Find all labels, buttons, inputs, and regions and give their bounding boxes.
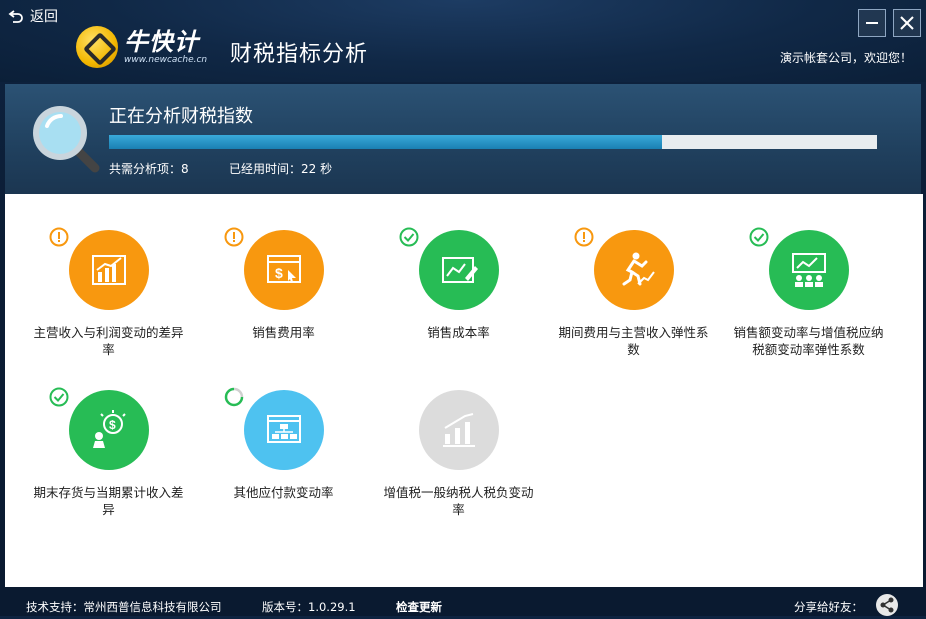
- total-items-text: 共需分析项：8: [109, 162, 189, 176]
- back-arrow-icon: [8, 10, 23, 23]
- status-warning-icon: [49, 227, 69, 247]
- scan-panel: 正在分析财税指数 共需分析项：8 已经用时间：22 秒: [5, 84, 921, 194]
- footer: 技术支持：常州西普信息科技有限公司 版本号：1.0.29.1 检查更新 分享给好…: [0, 594, 926, 616]
- analysis-grid: 主营收入与利润变动的差异率 $ 销售费用率 销售成本率 期间费用与主营收入弹性系数 销售额…: [5, 194, 923, 587]
- presentation-icon: [768, 230, 849, 310]
- org-chart-icon: [243, 390, 324, 470]
- version-text: 版本号：1.0.29.1: [262, 600, 356, 614]
- idea-dollar-icon: $: [68, 390, 149, 470]
- elapsed-time-text: 已经用时间：22 秒: [229, 162, 333, 176]
- analysis-item[interactable]: 销售成本率: [371, 227, 546, 341]
- svg-text:$: $: [109, 418, 116, 432]
- analysis-item[interactable]: 期间费用与主营收入弹性系数: [546, 227, 721, 358]
- analysis-item-label: 增值税一般纳税人税负变动率: [383, 485, 534, 517]
- logo-icon: [76, 26, 118, 68]
- analysis-item[interactable]: 其他应付款变动率: [196, 387, 371, 501]
- analysis-item-label: 期末存货与当期累计收入差异: [33, 485, 184, 517]
- chart-pencil-icon: [418, 230, 499, 310]
- logo: 牛快计 www.newcache.cn: [76, 26, 207, 68]
- analysis-item[interactable]: 增值税一般纳税人税负变动率: [371, 390, 546, 518]
- running-man-icon: [593, 230, 674, 310]
- minimize-icon: [866, 22, 878, 24]
- page-title: 财税指标分析: [230, 42, 369, 67]
- analysis-item-label: 期间费用与主营收入弹性系数: [558, 325, 709, 357]
- back-label: 返回: [30, 9, 58, 25]
- close-button[interactable]: [893, 9, 921, 37]
- back-button[interactable]: 返回: [8, 6, 58, 26]
- analysis-item-label: 其他应付款变动率: [233, 485, 334, 500]
- analysis-item[interactable]: 销售额变动率与增值税应纳税额变动率弹性系数: [721, 227, 896, 358]
- dollar-window-icon: $: [243, 230, 324, 310]
- analysis-item[interactable]: $ 销售费用率: [196, 227, 371, 341]
- support-text: 技术支持：常州西普信息科技有限公司: [26, 600, 222, 614]
- close-icon: [900, 16, 914, 30]
- analysis-item-label: 销售费用率: [252, 325, 315, 340]
- status-warning-icon: [574, 227, 594, 247]
- share-icon[interactable]: [876, 594, 898, 616]
- svg-text:$: $: [275, 265, 283, 281]
- logo-name: 牛快计: [124, 27, 199, 56]
- title-bar: 返回 牛快计 www.newcache.cn 财税指标分析 演示帐套公司，欢迎您…: [0, 0, 926, 82]
- greeting-text: 演示帐套公司，欢迎您！: [779, 51, 912, 65]
- bar-chart-icon: [68, 230, 149, 310]
- status-warning-icon: [224, 227, 244, 247]
- analysis-item-label: 主营收入与利润变动的差异率: [33, 325, 184, 357]
- check-update-link[interactable]: 检查更新: [396, 599, 442, 615]
- status-done-icon: [49, 387, 69, 407]
- progress-bar: [109, 135, 877, 149]
- magnifier-icon: [33, 106, 100, 173]
- logo-url: www.newcache.cn: [124, 54, 208, 65]
- analysis-item-label: 销售额变动率与增值税应纳税额变动率弹性系数: [733, 325, 884, 357]
- analysis-item[interactable]: $ 期末存货与当期累计收入差异: [21, 387, 196, 518]
- analysis-item[interactable]: 主营收入与利润变动的差异率: [21, 227, 196, 358]
- share-label: 分享给好友：: [794, 600, 863, 614]
- status-done-icon: [399, 227, 419, 247]
- status-loading-icon: [224, 387, 244, 407]
- scan-title: 正在分析财税指数: [109, 106, 253, 127]
- analysis-item-label: 销售成本率: [427, 325, 490, 340]
- status-done-icon: [749, 227, 769, 247]
- progress-fill: [109, 135, 662, 149]
- growth-people-icon: [418, 390, 499, 470]
- minimize-button[interactable]: [858, 9, 886, 37]
